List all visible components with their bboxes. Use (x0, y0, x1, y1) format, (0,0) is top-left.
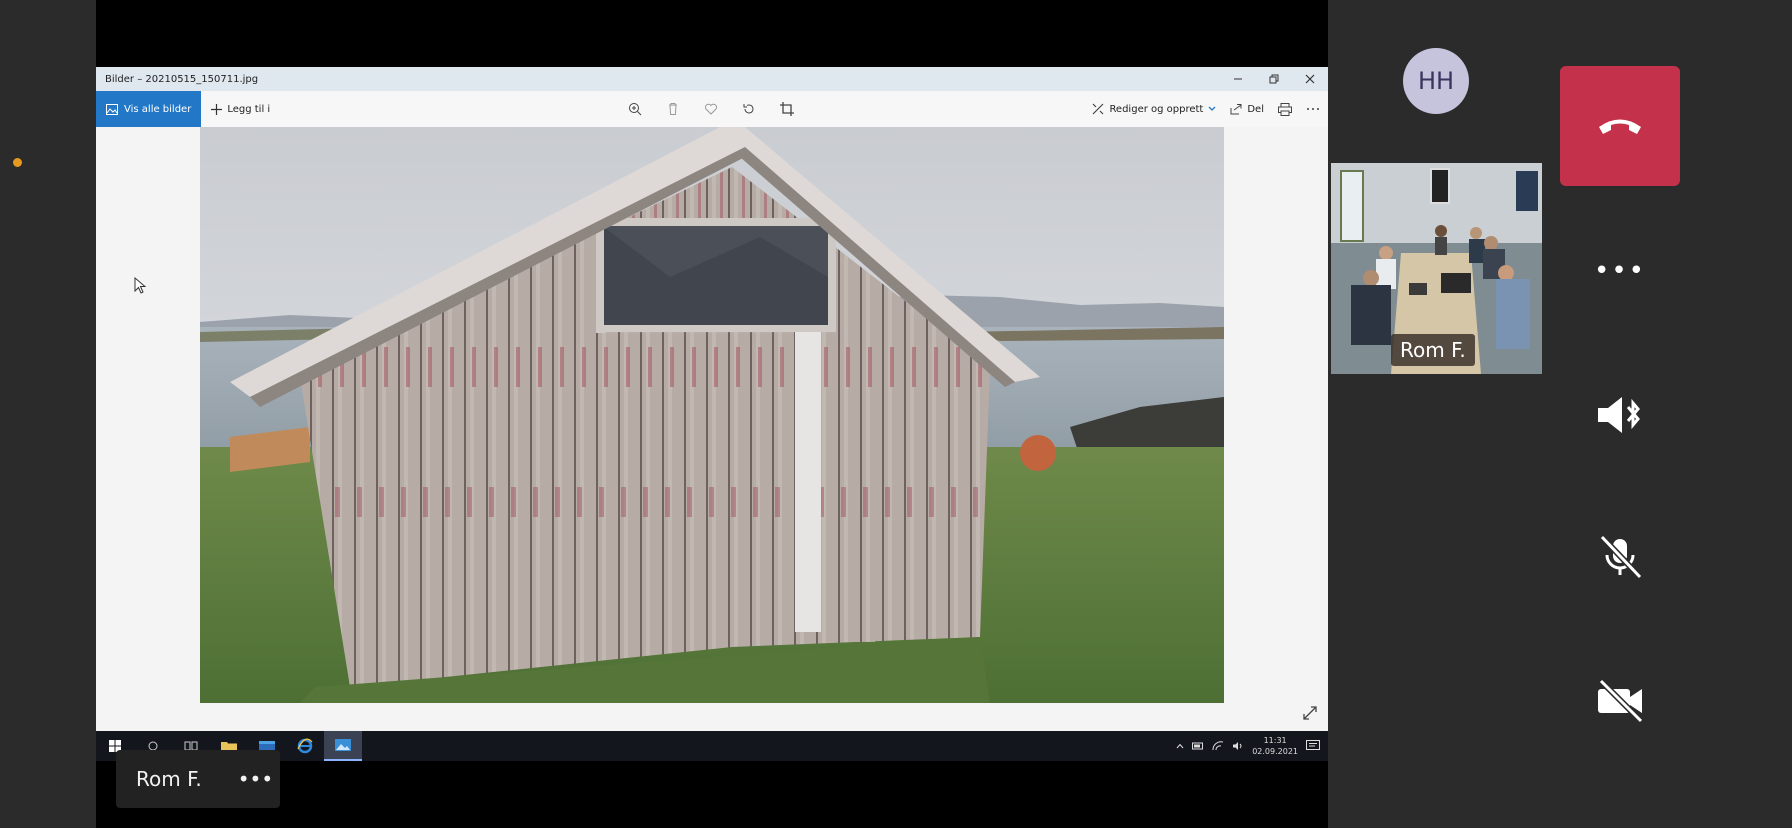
clock[interactable]: 11:31 02.09.2021 (1252, 735, 1298, 757)
presenter-more-button[interactable]: ••• (238, 767, 273, 791)
bluetooth-speaker-icon (1598, 397, 1640, 433)
close-icon (1305, 74, 1315, 84)
internet-explorer-button[interactable] (286, 731, 324, 761)
crop-button[interactable] (778, 100, 796, 118)
shared-screen: Bilder – 20210515_150711.jpg Vis alle bi… (96, 0, 1328, 828)
print-icon (1278, 102, 1292, 116)
clock-time: 11:31 (1263, 736, 1287, 745)
hang-up-icon (1599, 119, 1641, 134)
volume-icon[interactable] (1232, 741, 1244, 751)
rotate-icon (743, 104, 754, 114)
add-to-label: Legg til i (227, 103, 271, 115)
fullscreen-icon[interactable] (1302, 705, 1318, 721)
add-to-button[interactable]: Legg til i (201, 91, 280, 127)
share-label: Del (1247, 103, 1264, 115)
status-dot (13, 158, 22, 167)
internet-explorer-icon (297, 738, 313, 754)
right-tools: Rediger og opprett Del (1092, 91, 1320, 127)
restore-icon (1269, 74, 1279, 84)
photo-image[interactable] (200, 127, 1224, 703)
photos-app-window: Bilder – 20210515_150711.jpg Vis alle bi… (96, 67, 1328, 731)
photo-icon (106, 103, 118, 115)
notification-icon[interactable] (1306, 740, 1320, 752)
system-tray: 11:31 02.09.2021 (1176, 731, 1320, 761)
favorite-button[interactable] (702, 100, 720, 118)
wifi-icon[interactable] (1212, 741, 1224, 751)
trash-icon (669, 103, 677, 115)
microphone-button[interactable] (1560, 522, 1680, 592)
plus-icon (211, 103, 223, 115)
battery-icon[interactable] (1192, 742, 1204, 750)
presenter-name: Rom F. (136, 767, 202, 791)
center-tools (626, 91, 796, 127)
shed-photo (200, 127, 1224, 703)
participant-video-tile[interactable]: Rom F. (1331, 163, 1542, 374)
mic-off-icon (1599, 534, 1643, 580)
clock-date: 02.09.2021 (1252, 747, 1298, 756)
print-button[interactable] (1278, 102, 1292, 116)
delete-button[interactable] (664, 100, 682, 118)
photo-viewer (96, 127, 1328, 731)
chevron-up-icon[interactable] (1176, 743, 1184, 749)
minimize-icon (1234, 78, 1242, 80)
windows-taskbar: 11:31 02.09.2021 (96, 731, 1328, 761)
video-tile-name: Rom F. (1391, 334, 1475, 366)
more-actions-button[interactable]: ••• (1560, 236, 1680, 306)
participant-avatar[interactable]: HH (1403, 48, 1469, 114)
restore-button[interactable] (1256, 67, 1292, 91)
heart-icon (704, 103, 718, 115)
share-icon (1230, 104, 1242, 115)
window-titlebar: Bilder – 20210515_150711.jpg (96, 67, 1328, 91)
window-title: Bilder – 20210515_150711.jpg (105, 73, 259, 85)
photos-taskbar-button[interactable] (324, 731, 362, 761)
mouse-cursor-icon (134, 277, 146, 294)
chevron-down-icon (1208, 106, 1216, 111)
view-all-photos-button[interactable]: Vis alle bilder (96, 91, 202, 127)
minimize-button[interactable] (1220, 67, 1256, 91)
photos-toolbar: Vis alle bilder Legg til i Rediger og op… (96, 91, 1328, 127)
hang-up-button[interactable] (1560, 66, 1680, 186)
crop-icon (780, 102, 794, 116)
edit-create-label: Rediger og opprett (1109, 103, 1204, 115)
video-off-icon (1598, 678, 1644, 724)
speaker-button[interactable] (1560, 380, 1680, 450)
edit-create-button[interactable]: Rediger og opprett (1092, 103, 1216, 115)
zoom-button[interactable] (626, 100, 644, 118)
camera-button[interactable] (1560, 666, 1680, 736)
view-all-photos-label: Vis alle bilder (124, 103, 192, 115)
presenter-name-pill: Rom F. ••• (116, 750, 280, 808)
edit-icon (1093, 103, 1104, 115)
close-button[interactable] (1292, 67, 1328, 91)
zoom-icon (629, 103, 642, 116)
more-options-button[interactable] (1306, 107, 1320, 111)
more-actions-label: ••• (1593, 256, 1646, 286)
rotate-button[interactable] (740, 100, 758, 118)
more-icon (1307, 108, 1319, 110)
share-button[interactable]: Del (1230, 103, 1264, 115)
photos-app-icon (335, 739, 351, 751)
